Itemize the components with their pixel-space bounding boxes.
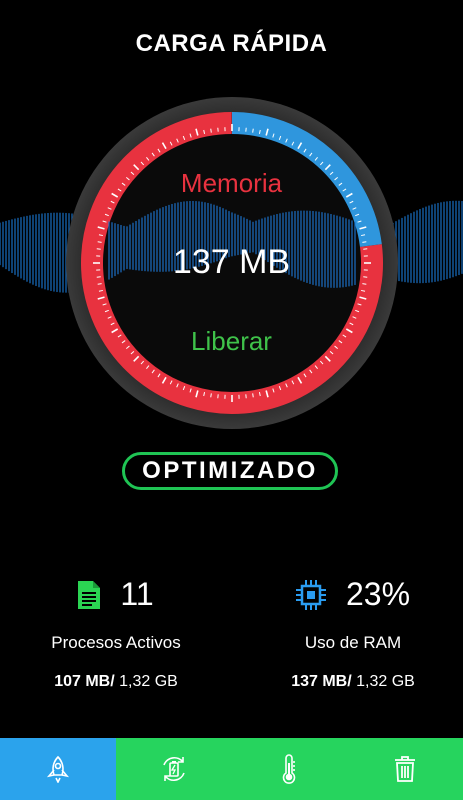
gauge-top-label: Memoria [180, 168, 283, 198]
nav-temperature[interactable] [232, 738, 348, 800]
rocket-icon [46, 755, 69, 783]
ram-size: 137 MB/ 1,32 GB [258, 673, 448, 691]
chip-icon [295, 579, 326, 610]
optimize-button[interactable]: OPTIMIZADO [122, 452, 338, 490]
trash-icon [395, 756, 416, 782]
gauge-tick [252, 393, 254, 398]
gauge-value: 137 MB [172, 243, 291, 281]
gauge-bottom-label[interactable]: Liberar [0, 326, 463, 357]
gauge-tick [97, 283, 102, 285]
ram-label: Uso de RAM [304, 633, 402, 652]
processes-stat: 11 Procesos Activos 107 MB/ 1,32 GB [20, 576, 212, 691]
document-icon [78, 580, 101, 609]
battery-refresh-icon [162, 756, 185, 782]
ram-stat: 23% Uso de RAM 137 MB/ 1,32 GB [258, 576, 448, 691]
processes-size-total: 1,32 GB [114, 673, 178, 690]
thermometer-icon [283, 754, 296, 784]
gauge-tick [252, 128, 254, 133]
processes-count: 11 [120, 576, 154, 612]
bottom-nav [0, 738, 463, 800]
gauge-tick [362, 283, 367, 285]
page-title: CARGA RÁPIDA [135, 30, 328, 57]
processes-label: Procesos Activos [51, 633, 181, 652]
ram-size-total: 1,32 GB [351, 673, 415, 690]
nav-battery[interactable] [116, 738, 232, 800]
ram-percent: 23% [345, 576, 411, 612]
nav-cleaner[interactable] [347, 738, 463, 800]
gauge-tick [210, 128, 212, 133]
processes-size-used: 107 MB/ [54, 673, 115, 690]
nav-boost[interactable] [0, 738, 116, 800]
gauge-tick [210, 393, 212, 398]
ram-size-used: 137 MB/ [291, 673, 352, 690]
processes-size: 107 MB/ 1,32 GB [20, 673, 212, 691]
